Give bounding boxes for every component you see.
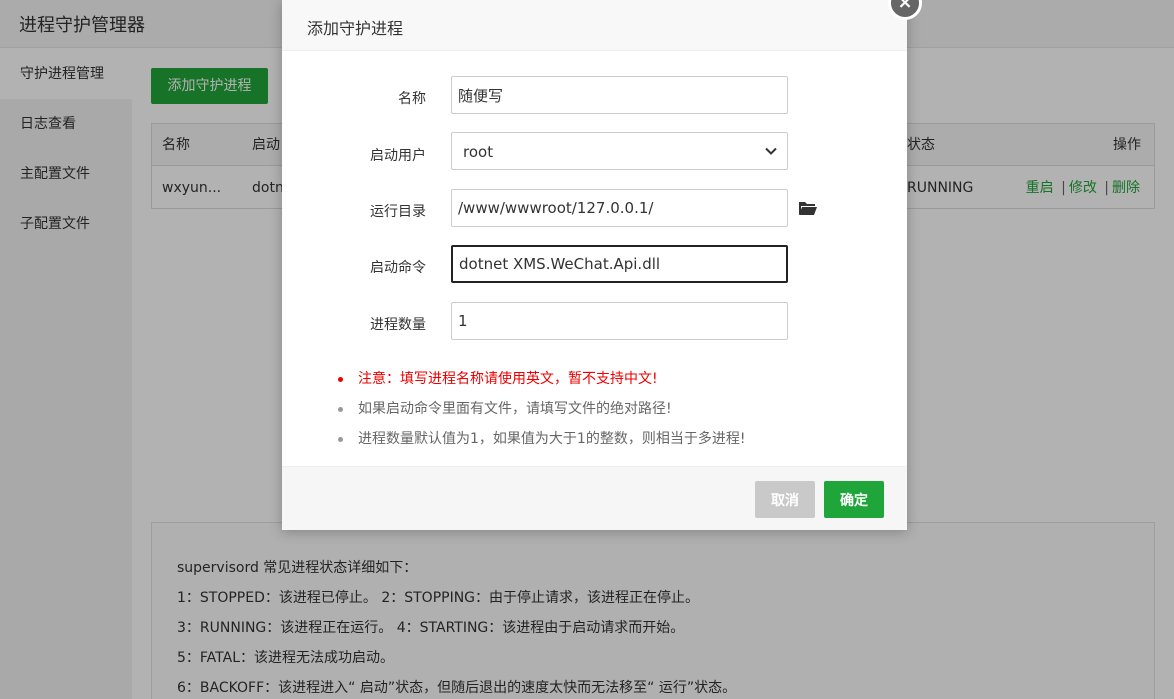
folder-open-icon[interactable] (798, 199, 818, 217)
dialog-footer: 取消 确定 (282, 466, 907, 530)
dialog-header: 添加守护进程 (282, 0, 907, 51)
tips-list: 注意：填写进程名称请使用英文，暂不支持中文! 如果启动命令里面有文件，请填写文件… (338, 364, 878, 454)
user-select-value: root (463, 143, 494, 161)
add-daemon-dialog: 添加守护进程 名称 启动用户 root 运行目录 启动命令 进程数量 注意：填写… (282, 0, 907, 530)
dir-input[interactable] (451, 189, 788, 227)
name-label: 名称 (398, 91, 426, 107)
tip-text: 进程数量默认值为1，如果值为大于1的整数，则相当于多进程! (358, 431, 746, 447)
bullet-icon (338, 407, 343, 412)
user-label: 启动用户 (370, 148, 426, 164)
command-input[interactable] (451, 245, 788, 283)
name-input[interactable] (451, 76, 788, 114)
count-input[interactable] (451, 302, 788, 340)
count-label: 进程数量 (370, 317, 426, 333)
bullet-icon (338, 377, 343, 382)
chevron-down-icon (765, 147, 777, 155)
tip-item: 注意：填写进程名称请使用英文，暂不支持中文! (338, 364, 878, 394)
confirm-button[interactable]: 确定 (824, 481, 884, 518)
dir-label: 运行目录 (370, 204, 426, 220)
bullet-icon (338, 437, 343, 442)
dialog-title: 添加守护进程 (307, 19, 404, 38)
tip-item: 进程数量默认值为1，如果值为大于1的整数，则相当于多进程! (338, 424, 878, 454)
user-select[interactable]: root (451, 132, 788, 170)
tip-text: 注意：填写进程名称请使用英文，暂不支持中文! (358, 371, 658, 387)
tip-text: 如果启动命令里面有文件，请填写文件的绝对路径! (358, 401, 672, 417)
command-label: 启动命令 (370, 260, 426, 276)
cancel-button[interactable]: 取消 (755, 481, 815, 518)
tip-item: 如果启动命令里面有文件，请填写文件的绝对路径! (338, 394, 878, 424)
